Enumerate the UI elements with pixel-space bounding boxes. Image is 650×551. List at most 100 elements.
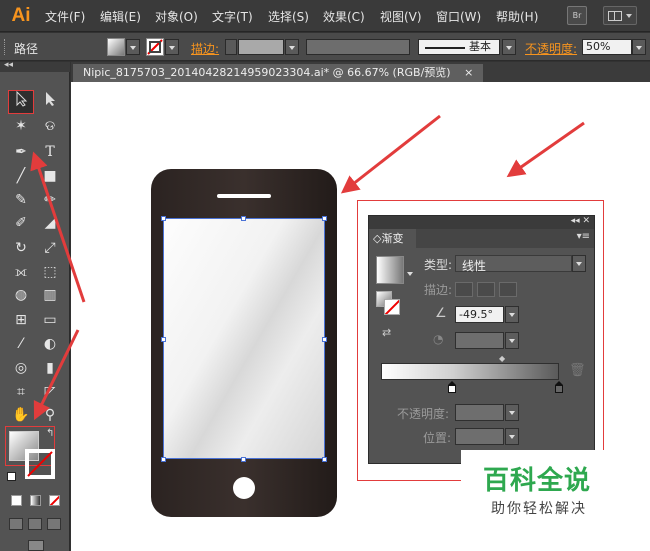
pen-tool-icon[interactable]: ✒ <box>9 141 33 163</box>
stroke-dropdown-button[interactable] <box>165 39 179 55</box>
rectangle-tool-icon[interactable]: ■ <box>38 165 62 187</box>
selection-tool-icon[interactable] <box>8 90 34 114</box>
stroke-swatch[interactable] <box>146 38 164 56</box>
opacity-dropdown[interactable] <box>632 39 646 55</box>
draw-normal-button[interactable] <box>9 518 23 530</box>
column-graph-tool-icon[interactable]: ▮ <box>38 357 62 379</box>
blob-brush-tool-icon[interactable]: ✐ <box>9 212 33 234</box>
gradient-stop-start[interactable] <box>448 381 456 394</box>
swap-fill-stroke-icon[interactable]: ↰ <box>46 428 54 439</box>
selection-handle[interactable] <box>241 457 246 462</box>
menu-window[interactable]: 窗口(W) <box>436 8 481 25</box>
gradient-preview-swatch[interactable] <box>376 256 404 284</box>
gradient-tool-icon[interactable]: ▭ <box>38 309 62 331</box>
perspective-grid-tool-icon[interactable]: ▥ <box>38 284 62 306</box>
magic-wand-tool-icon[interactable]: ✶ <box>9 115 33 137</box>
stop-opacity-input[interactable] <box>455 404 504 421</box>
fill-swatch[interactable] <box>107 38 125 56</box>
menu-edit[interactable]: 编辑(E) <box>100 8 141 25</box>
tab-gradient[interactable]: ◇渐变 <box>369 229 416 248</box>
selection-handle[interactable] <box>161 457 166 462</box>
gradient-panel-titlebar[interactable]: ◂◂ ✕ <box>369 216 594 229</box>
color-mode-button[interactable] <box>11 495 22 506</box>
menu-file[interactable]: 文件(F) <box>45 8 85 25</box>
phone-screen-selected[interactable] <box>163 218 325 459</box>
default-colors-icon[interactable] <box>7 472 16 481</box>
midpoint-diamond-icon[interactable]: ◆ <box>499 354 505 363</box>
stroke-weight-input[interactable] <box>238 39 284 55</box>
panel-collapse-close-icon[interactable]: ◂◂ ✕ <box>571 216 590 226</box>
menu-select[interactable]: 选择(S) <box>268 8 309 25</box>
stroke-color-box[interactable] <box>25 449 55 479</box>
selection-handle[interactable] <box>322 457 327 462</box>
type-tool-icon[interactable]: T <box>38 141 62 163</box>
slice-tool-icon[interactable]: ◸ <box>38 381 62 403</box>
chevron-down-icon[interactable] <box>407 272 413 276</box>
tools-panel-grip[interactable]: ◂◂ <box>0 60 70 72</box>
stroke-within-button[interactable] <box>455 282 473 297</box>
brush-definition-field[interactable]: 基本 <box>418 39 500 55</box>
stroke-along-button[interactable] <box>477 282 495 297</box>
aspect-ratio-dropdown[interactable] <box>505 332 519 349</box>
zoom-tool-icon[interactable]: ⚲ <box>38 404 62 426</box>
blend-tool-icon[interactable]: ◐ <box>38 333 62 355</box>
eyedropper-tool-icon[interactable]: ⁄ <box>9 333 33 355</box>
angle-dropdown[interactable] <box>505 306 519 323</box>
stroke-weight-stepper[interactable] <box>225 39 237 55</box>
gradient-stroke-box[interactable] <box>384 299 400 315</box>
line-tool-icon[interactable]: ╱ <box>9 165 33 187</box>
stop-location-dropdown[interactable] <box>505 428 519 445</box>
draw-behind-button[interactable] <box>28 518 42 530</box>
stop-opacity-dropdown[interactable] <box>505 404 519 421</box>
close-tab-icon[interactable]: × <box>464 66 473 79</box>
stroke-weight-dropdown[interactable] <box>285 39 299 55</box>
none-mode-button[interactable] <box>49 495 60 506</box>
gradient-type-select[interactable]: 线性 <box>455 255 572 273</box>
artboard-tool-icon[interactable]: ⌗ <box>9 381 33 403</box>
screen-mode-button[interactable] <box>28 540 44 551</box>
delete-stop-icon[interactable]: 🗑 <box>569 363 586 378</box>
fill-dropdown-button[interactable] <box>126 39 140 55</box>
menu-effect[interactable]: 效果(C) <box>323 8 365 25</box>
draw-inside-button[interactable] <box>47 518 61 530</box>
gradient-mode-button[interactable] <box>30 495 41 506</box>
bridge-button[interactable]: Br <box>567 6 587 25</box>
brush-dropdown[interactable] <box>502 39 516 55</box>
reverse-gradient-icon[interactable]: ⇄ <box>382 326 391 339</box>
menu-object[interactable]: 对象(O) <box>155 8 198 25</box>
workspace-switcher-button[interactable] <box>603 6 637 25</box>
document-tab[interactable]: Nipic_8175703_20140428214959023304.ai* @… <box>73 64 484 82</box>
width-tool-icon[interactable]: ⟗ <box>9 261 33 283</box>
direct-selection-tool-icon[interactable] <box>38 91 62 113</box>
selection-handle[interactable] <box>322 216 327 221</box>
angle-input[interactable]: -49.5° <box>455 306 504 323</box>
hand-tool-icon[interactable]: ✋ <box>9 404 33 426</box>
stroke-across-button[interactable] <box>499 282 517 297</box>
selection-handle[interactable] <box>161 216 166 221</box>
selection-handle[interactable] <box>322 337 327 342</box>
variable-width-profile[interactable] <box>306 39 410 55</box>
opacity-input[interactable]: 50% <box>582 39 632 55</box>
panel-menu-icon[interactable]: ▾≡ <box>577 231 590 242</box>
gradient-type-dropdown[interactable] <box>572 255 586 272</box>
paintbrush-tool-icon[interactable]: ✎ <box>9 189 33 211</box>
selection-handle[interactable] <box>241 216 246 221</box>
menu-help[interactable]: 帮助(H) <box>496 8 538 25</box>
stroke-weight-label[interactable]: 描边: <box>191 40 219 57</box>
stop-location-input[interactable] <box>455 428 504 445</box>
mesh-tool-icon[interactable]: ⊞ <box>9 309 33 331</box>
lasso-tool-icon[interactable]: ଡ <box>38 115 62 137</box>
free-transform-tool-icon[interactable]: ⬚ <box>38 261 62 283</box>
selection-handle[interactable] <box>161 337 166 342</box>
aspect-ratio-input[interactable] <box>455 332 504 349</box>
pencil-tool-icon[interactable]: ✏ <box>38 189 62 211</box>
control-bar-grip[interactable] <box>4 39 6 55</box>
opacity-label[interactable]: 不透明度: <box>525 40 577 57</box>
gradient-slider[interactable] <box>381 363 559 380</box>
gradient-stop-end[interactable] <box>555 381 563 394</box>
rotate-tool-icon[interactable]: ↻ <box>9 237 33 259</box>
symbol-sprayer-tool-icon[interactable]: ◎ <box>9 357 33 379</box>
menu-view[interactable]: 视图(V) <box>380 8 422 25</box>
eraser-tool-icon[interactable]: ◢ <box>38 212 62 234</box>
menu-type[interactable]: 文字(T) <box>212 8 253 25</box>
